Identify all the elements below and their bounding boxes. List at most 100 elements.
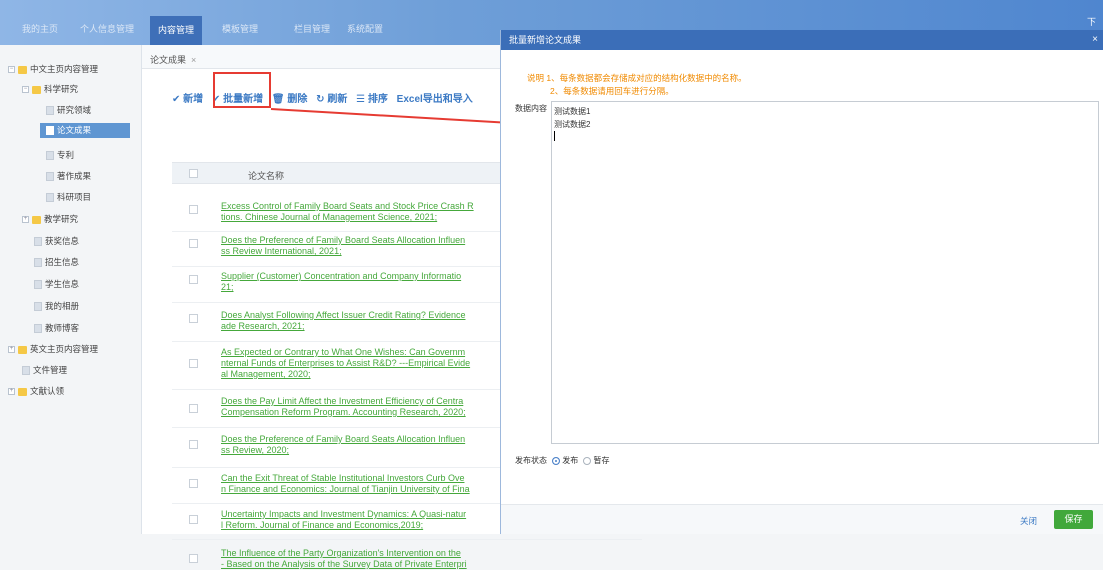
sidebar-item-literature-claim[interactable]: + 文献认领	[8, 385, 64, 397]
row-checkbox[interactable]	[189, 404, 198, 413]
sidebar: − 中文主页内容管理 − 科学研究 研究领域 论文成果 专利 著作成果 科研项目 +…	[0, 45, 142, 534]
close-icon[interactable]: ×	[1092, 30, 1098, 50]
content-label: 数据内容	[515, 104, 547, 113]
table-header: 论文名称	[172, 162, 532, 184]
nav-system-config[interactable]: 系统配置	[347, 22, 383, 35]
radio-draft-label[interactable]: 暂存	[593, 456, 609, 465]
collapse-icon[interactable]: −	[8, 66, 15, 74]
tab-label: 论文成果	[150, 55, 187, 65]
paper-title-link[interactable]: Supplier (Customer) Concentration and Co…	[221, 271, 506, 293]
document-icon	[34, 258, 42, 268]
document-icon	[34, 280, 42, 290]
sidebar-item-label: 获奖信息	[45, 236, 80, 246]
paper-title-link[interactable]: As Expected or Contrary to What One Wish…	[221, 347, 506, 380]
row-checkbox[interactable]	[189, 479, 198, 488]
folder-icon	[32, 215, 41, 224]
sidebar-item-teaching[interactable]: + 教学研究	[22, 213, 78, 225]
paper-title-link[interactable]: The Influence of the Party Organization'…	[221, 548, 506, 570]
sidebar-item-label: 科学研究	[44, 84, 79, 94]
sidebar-item-research[interactable]: − 科学研究	[22, 83, 78, 95]
nav-my-home[interactable]: 我的主页	[22, 22, 58, 35]
sidebar-item-label: 英文主页内容管理	[30, 344, 99, 354]
column-header-title: 论文名称	[248, 171, 285, 181]
sidebar-item-label: 论文成果	[57, 125, 92, 135]
sidebar-item-students[interactable]: 学生信息	[34, 278, 79, 290]
document-icon	[46, 151, 54, 161]
sidebar-item-label: 著作成果	[57, 171, 92, 181]
sidebar-item-books[interactable]: 著作成果	[46, 170, 91, 182]
text-caret	[554, 131, 555, 141]
row-checkbox[interactable]	[189, 275, 198, 284]
sidebar-item-projects[interactable]: 科研项目	[46, 191, 91, 203]
sidebar-item-papers[interactable]: 论文成果	[40, 123, 130, 138]
dialog-title: 批量新增论文成果	[509, 35, 582, 45]
paper-title-link[interactable]: Does the Preference of Family Board Seat…	[221, 235, 506, 257]
delete-button[interactable]: 🗑 删除	[272, 94, 307, 105]
row-checkbox[interactable]	[189, 515, 198, 524]
paper-title-link[interactable]: Uncertainty Impacts and Investment Dynam…	[221, 509, 506, 531]
sidebar-item-album[interactable]: 我的相册	[34, 300, 79, 312]
document-icon	[22, 366, 30, 376]
tab-papers[interactable]: 论文成果 ×	[150, 53, 196, 66]
expand-icon[interactable]: +	[22, 216, 29, 224]
radio-publish[interactable]	[552, 456, 561, 465]
refresh-button[interactable]: ↻ 刷新	[316, 94, 347, 105]
folder-icon	[18, 345, 27, 354]
sidebar-item-admissions[interactable]: 招生信息	[34, 256, 79, 268]
expand-icon[interactable]: +	[8, 388, 15, 396]
publish-status-group: 发布状态 发布 暂存	[515, 455, 609, 466]
document-icon	[34, 302, 42, 312]
add-button[interactable]: ✔ 新增	[172, 94, 203, 105]
sidebar-item-chinese-home[interactable]: − 中文主页内容管理	[8, 63, 98, 75]
content-textarea[interactable]: 测试数据1 测试数据2	[551, 101, 1099, 444]
nav-personal-info[interactable]: 个人信息管理	[80, 22, 134, 35]
paper-title-link[interactable]: Excess Control of Family Board Seats and…	[221, 201, 506, 223]
sidebar-item-blog[interactable]: 教师博客	[34, 322, 79, 334]
row-checkbox[interactable]	[189, 359, 198, 368]
close-icon[interactable]: ×	[191, 55, 196, 65]
sidebar-item-label: 教师博客	[45, 323, 80, 333]
nav-content-management[interactable]: 内容管理	[150, 16, 202, 45]
collapse-icon[interactable]: −	[22, 86, 29, 94]
sidebar-item-label: 研究领域	[57, 105, 92, 115]
paper-title-link[interactable]: Does the Preference of Family Board Seat…	[221, 434, 506, 456]
excel-button[interactable]: Excel导出和导入	[397, 94, 473, 105]
nav-template-management[interactable]: 模板管理	[222, 22, 258, 35]
save-button[interactable]: 保存	[1054, 510, 1093, 529]
paper-title-link[interactable]: Does Analyst Following Affect Issuer Cre…	[221, 310, 506, 332]
sidebar-item-label: 科研项目	[57, 192, 92, 202]
content-line: 测试数据1	[554, 107, 591, 116]
sidebar-item-label: 中文主页内容管理	[30, 64, 99, 74]
document-icon	[46, 106, 54, 116]
document-icon	[34, 324, 42, 334]
paper-title-link[interactable]: Does the Pay Limit Affect the Investment…	[221, 396, 506, 418]
row-checkbox[interactable]	[189, 239, 198, 248]
nav-column-management[interactable]: 栏目管理	[294, 22, 330, 35]
row-checkbox[interactable]	[189, 205, 198, 214]
sidebar-item-label: 我的相册	[45, 301, 80, 311]
dialog-header: 批量新增论文成果 ×	[501, 30, 1103, 50]
dialog-footer: 关闭 保存	[501, 504, 1103, 534]
sidebar-item-awards[interactable]: 获奖信息	[34, 235, 79, 247]
sidebar-item-files[interactable]: 文件管理	[22, 364, 67, 376]
row-checkbox[interactable]	[189, 554, 198, 563]
folder-icon	[18, 387, 27, 396]
sidebar-item-research-fields[interactable]: 研究领域	[46, 104, 91, 116]
sidebar-item-label: 招生信息	[45, 257, 80, 267]
radio-publish-label[interactable]: 发布	[562, 456, 578, 465]
sort-button[interactable]: ☰ 排序	[356, 94, 388, 105]
select-all-checkbox[interactable]	[189, 169, 198, 178]
close-button[interactable]: 关闭	[1020, 515, 1037, 527]
sidebar-item-label: 教学研究	[44, 214, 79, 224]
batch-add-dialog: 批量新增论文成果 × 说明 1、每条数据都会存储成对应的结构化数据中的名称。 2…	[500, 30, 1103, 534]
folder-icon	[32, 85, 41, 94]
sidebar-item-patents[interactable]: 专利	[46, 149, 74, 161]
instruction-note-1: 说明 1、每条数据都会存储成对应的结构化数据中的名称。	[527, 73, 747, 83]
row-checkbox[interactable]	[189, 440, 198, 449]
sidebar-item-english-home[interactable]: + 英文主页内容管理	[8, 343, 98, 355]
paper-title-link[interactable]: Can the Exit Threat of Stable Institutio…	[221, 473, 506, 495]
row-checkbox[interactable]	[189, 314, 198, 323]
radio-draft[interactable]	[583, 456, 592, 465]
sidebar-item-label: 专利	[57, 150, 75, 160]
expand-icon[interactable]: +	[8, 346, 15, 354]
